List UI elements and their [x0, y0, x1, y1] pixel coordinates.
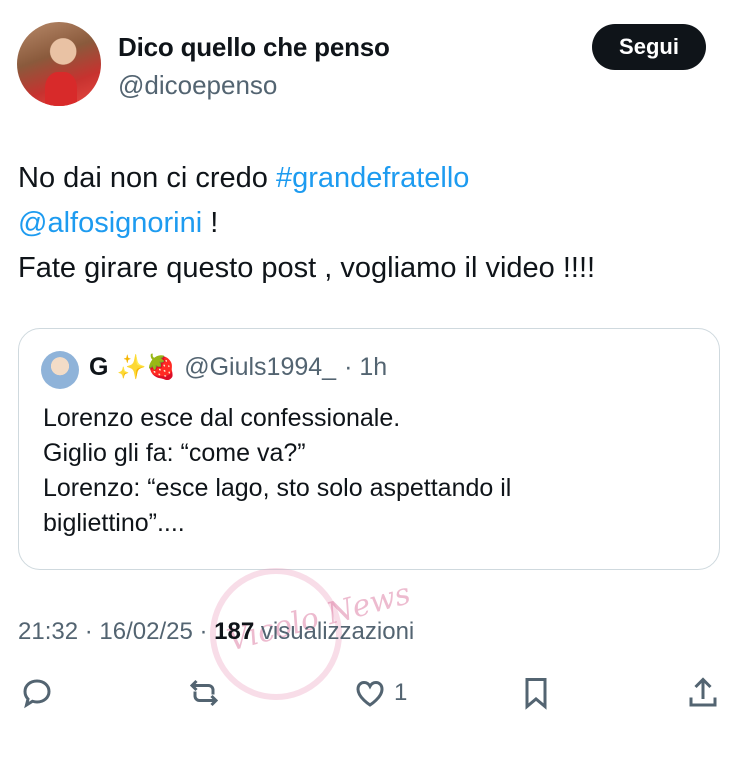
quote-header: G ✨🍓 @Giuls1994_ · 1h	[89, 353, 387, 382]
quote-author-handle[interactable]: @Giuls1994_	[184, 353, 336, 382]
tweet-text-part1: No dai non ci credo	[18, 162, 276, 194]
quote-avatar[interactable]	[41, 351, 79, 389]
author-name[interactable]: Dico quello che penso	[118, 32, 390, 63]
tweet-text-line3: Fate girare questo post , vogliamo il vi…	[18, 252, 596, 284]
share-icon	[689, 677, 717, 707]
reply-icon	[23, 679, 51, 709]
view-count: 187	[214, 618, 255, 645]
quote-author-emojis: ✨🍓	[116, 354, 177, 381]
quote-line: bigliettino”....	[43, 509, 185, 537]
share-button[interactable]	[685, 675, 721, 711]
author-handle[interactable]: @dicoepenso	[118, 70, 277, 101]
bookmark-button[interactable]	[518, 675, 554, 711]
quote-text: Lorenzo esce dal confessionale. Giglio g…	[43, 401, 683, 541]
quote-line: Lorenzo: “esce lago, sto solo aspettando…	[43, 474, 512, 502]
tweet-text: No dai non ci credo #grandefratello @alf…	[18, 156, 718, 291]
action-bar: 1	[0, 675, 739, 725]
tweet-text-part2: !	[202, 207, 219, 239]
quote-time: · 1h	[344, 353, 388, 381]
quote-line: Lorenzo esce dal confessionale.	[43, 404, 401, 432]
tweet-timestamp[interactable]: 21:32 · 16/02/25 ·	[18, 618, 214, 645]
follow-button[interactable]: Segui	[592, 24, 706, 70]
hashtag-link[interactable]: #grandefratello	[276, 162, 469, 194]
profile-avatar[interactable]	[17, 22, 101, 106]
retweet-button[interactable]	[186, 675, 222, 711]
tweet-meta: 21:32 · 16/02/25 · 187 visualizzazioni	[18, 618, 414, 646]
views-label: visualizzazioni	[254, 618, 415, 645]
retweet-icon	[189, 679, 219, 707]
heart-icon	[356, 680, 384, 707]
mention-link[interactable]: @alfosignorini	[18, 207, 202, 239]
quoted-tweet[interactable]: G ✨🍓 @Giuls1994_ · 1h Lorenzo esce dal c…	[18, 328, 720, 570]
quote-line: Giglio gli fa: “come va?”	[43, 439, 306, 467]
bookmark-icon	[525, 678, 547, 710]
reply-button[interactable]	[19, 675, 55, 711]
like-count: 1	[394, 679, 408, 706]
like-button[interactable]: 1	[352, 675, 407, 711]
quote-author-name[interactable]: G	[89, 353, 108, 382]
